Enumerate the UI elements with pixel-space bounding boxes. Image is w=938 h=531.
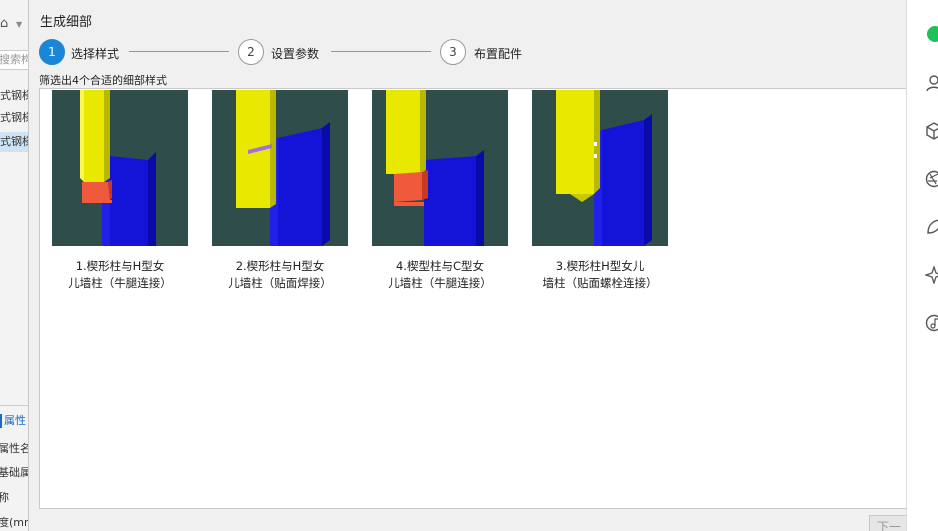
- user-icon[interactable]: [925, 74, 938, 92]
- background-list-item-selected[interactable]: 式钢梯: [0, 132, 29, 152]
- leaf-icon[interactable]: [925, 218, 938, 236]
- style-caption: 2.楔形柱与H型女 儿墙柱（贴面焊接）: [205, 258, 355, 292]
- chat-icon[interactable]: [927, 26, 938, 42]
- filter-result-text: 筛选出4个合适的细部样式: [39, 74, 167, 87]
- generate-detail-dialog: 生成细部 1 选择样式 2 设置参数 3 布置配件 筛选出4个合适的细部样式 1…: [28, 0, 910, 531]
- home-icon[interactable]: ⌂: [0, 16, 8, 31]
- property-row: 属性名: [0, 442, 30, 455]
- music-icon[interactable]: [925, 314, 938, 332]
- properties-tab-header[interactable]: 属性: [0, 405, 29, 435]
- background-search-input[interactable]: 搜索构: [0, 50, 29, 70]
- step-2-indicator: 2: [238, 39, 264, 65]
- style-caption: 1.楔形柱与H型女 儿墙柱（牛腿连接）: [45, 258, 195, 292]
- style-card-4[interactable]: 3.楔形柱H型女儿 墙柱（贴面螺栓连接）: [532, 90, 668, 292]
- next-step-button[interactable]: 下一: [869, 515, 909, 531]
- background-list-item[interactable]: 式钢梯: [0, 86, 29, 106]
- caption-line: 1.楔形柱与H型女: [75, 259, 165, 273]
- background-app-left-panel: ⌂ ▼ 搜索构 式钢梯 式钢梯 式钢梯 属性 属性名 基础属 称 度(mm: [0, 0, 30, 531]
- dropdown-arrow-icon[interactable]: ▼: [16, 20, 22, 29]
- step-3-label: 布置配件: [474, 47, 523, 61]
- step-1-label: 选择样式: [71, 47, 120, 61]
- step-connector: [129, 51, 229, 52]
- wizard-steps: 1 选择样式 2 设置参数 3 布置配件: [39, 39, 559, 65]
- caption-line: 儿墙柱（贴面焊接）: [228, 276, 332, 290]
- caption-line: 3.楔形柱H型女儿: [555, 259, 645, 273]
- cube-icon[interactable]: [925, 122, 938, 140]
- style-card-3[interactable]: 4.楔型柱与C型女 儿墙柱（牛腿连接）: [372, 90, 508, 292]
- style-card-2[interactable]: 2.楔形柱与H型女 儿墙柱（贴面焊接）: [212, 90, 348, 292]
- aperture-icon[interactable]: [925, 170, 938, 188]
- style-caption: 4.楔型柱与C型女 儿墙柱（牛腿连接）: [365, 258, 515, 292]
- style-thumbnail-bolt-h: [532, 90, 668, 246]
- caption-line: 墙柱（贴面螺栓连接）: [542, 276, 658, 290]
- property-row: 基础属: [0, 466, 30, 479]
- style-thumbnail-weld-h: [212, 90, 348, 246]
- step-1-indicator: 1: [39, 39, 65, 65]
- background-app-right-toolbar: [906, 0, 938, 531]
- caption-line: 儿墙柱（牛腿连接）: [68, 276, 172, 290]
- tab-indicator: [0, 414, 2, 428]
- caption-line: 2.楔形柱与H型女: [235, 259, 325, 273]
- caption-line: 4.楔型柱与C型女: [395, 259, 484, 273]
- dialog-title: 生成细部: [40, 15, 93, 30]
- step-3-indicator: 3: [440, 39, 466, 65]
- sparkle-icon[interactable]: [923, 264, 938, 286]
- step-connector: [331, 51, 431, 52]
- step-2-label: 设置参数: [271, 47, 320, 61]
- property-row: 度(mm: [0, 516, 29, 529]
- properties-tab-label: 属性: [4, 414, 26, 427]
- style-caption: 3.楔形柱H型女儿 墙柱（贴面螺栓连接）: [525, 258, 675, 292]
- style-card-1[interactable]: 1.楔形柱与H型女 儿墙柱（牛腿连接）: [52, 90, 188, 292]
- caption-line: 儿墙柱（牛腿连接）: [388, 276, 492, 290]
- background-list-item[interactable]: 式钢梯: [0, 108, 29, 128]
- property-row: 称: [0, 489, 9, 505]
- style-gallery[interactable]: 1.楔形柱与H型女 儿墙柱（牛腿连接） 2.楔形柱与H型女 儿墙柱（贴面焊接）: [39, 88, 909, 509]
- style-thumbnail-bracket-h: [52, 90, 188, 246]
- style-thumbnail-bracket-c: [372, 90, 508, 246]
